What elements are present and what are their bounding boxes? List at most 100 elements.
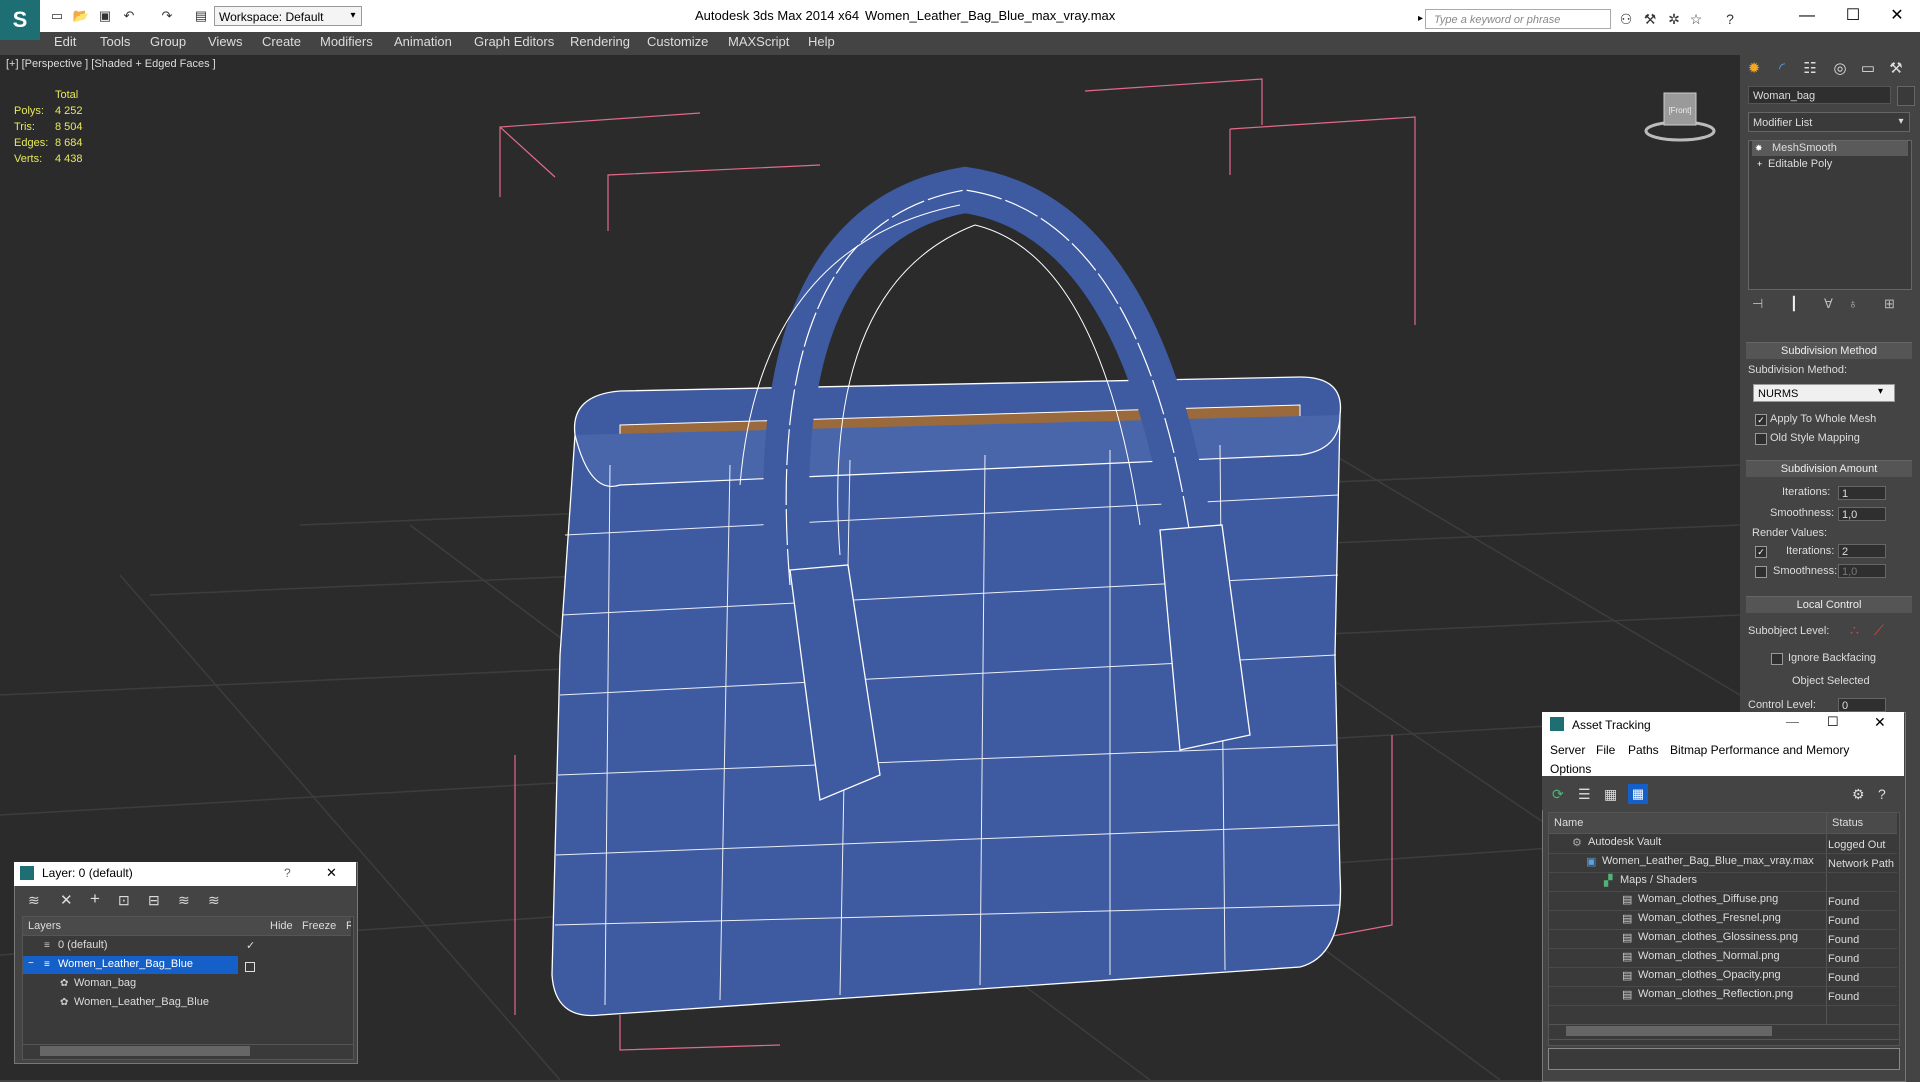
iterations-spinner[interactable]: 1 xyxy=(1838,486,1886,500)
new-file-icon[interactable]: ▭ xyxy=(48,8,66,24)
render-smoothness-spinner[interactable]: 1,0 xyxy=(1838,564,1886,578)
community-icon[interactable]: ✲ xyxy=(1664,10,1684,28)
current-layer-box[interactable] xyxy=(245,962,255,972)
current-layer-check[interactable]: ✓ xyxy=(246,939,255,952)
ignore-backfacing-checkbox[interactable] xyxy=(1771,653,1783,665)
maximize-button[interactable]: ☐ xyxy=(1827,714,1839,730)
thumbnail-view-icon[interactable]: ▦ xyxy=(1604,786,1617,803)
table-view-icon[interactable]: ▦ xyxy=(1628,784,1648,804)
object-color-swatch[interactable] xyxy=(1897,86,1915,106)
minimize-button[interactable]: — xyxy=(1784,4,1830,28)
apply-whole-mesh-checkbox[interactable]: ✓ xyxy=(1755,414,1767,426)
render-iterations-spinner[interactable]: 2 xyxy=(1838,544,1886,558)
show-end-result-icon[interactable]: ┃ xyxy=(1790,296,1798,312)
viewport-label[interactable]: [+] [Perspective ] [Shaded + Edged Faces… xyxy=(6,58,216,70)
vault-icon[interactable]: ⚙ xyxy=(1852,786,1865,803)
smoothness-spinner[interactable]: 1,0 xyxy=(1838,507,1886,521)
close-button[interactable]: ✕ xyxy=(1874,714,1886,731)
render-smoothness-checkbox[interactable] xyxy=(1755,566,1767,578)
freeze-all-icon[interactable]: ≋ xyxy=(208,892,220,909)
app-logo-button[interactable]: S xyxy=(0,0,40,40)
minimize-button[interactable]: — xyxy=(1786,714,1799,729)
utilities-tab-icon[interactable]: ⚒ xyxy=(1884,58,1908,80)
menu-rendering[interactable]: Rendering xyxy=(570,34,630,49)
render-iterations-checkbox[interactable]: ✓ xyxy=(1755,546,1767,558)
col-name[interactable]: Name xyxy=(1554,817,1583,829)
rollout-subdivision-amount[interactable]: Subdivision Amount xyxy=(1746,460,1912,477)
asset-path-field[interactable] xyxy=(1548,1048,1900,1070)
layer-close-button[interactable]: ✕ xyxy=(326,865,337,881)
hide-all-icon[interactable]: ≋ xyxy=(178,892,190,909)
workspace-dropdown[interactable]: Workspace: Default xyxy=(214,6,362,26)
menu-server[interactable]: Server xyxy=(1550,743,1585,757)
new-layer-icon[interactable]: ≋ xyxy=(28,892,40,909)
col-freeze[interactable]: Freeze xyxy=(302,920,336,932)
menu-edit[interactable]: Edit xyxy=(54,34,76,49)
help-icon[interactable]: ? xyxy=(1878,786,1886,802)
menu-graph-editors[interactable]: Graph Editors xyxy=(474,34,554,49)
favorites-icon[interactable]: ☆ xyxy=(1686,10,1706,28)
subdivision-method-select[interactable]: NURMS xyxy=(1753,384,1895,402)
stack-item-editable-poly[interactable]: Editable Poly xyxy=(1752,157,1908,172)
scroll-thumb[interactable] xyxy=(1566,1026,1772,1036)
select-objects-icon[interactable]: ⊡ xyxy=(118,892,130,909)
chevron-down-icon[interactable]: ▾ xyxy=(1894,114,1908,130)
col-status[interactable]: Status xyxy=(1832,817,1863,829)
chevron-down-icon[interactable]: ▾ xyxy=(344,6,362,26)
refresh-icon[interactable]: ⟳ xyxy=(1552,786,1564,803)
rollout-subdivision-method[interactable]: Subdivision Method xyxy=(1746,342,1912,359)
lightbulb-icon[interactable]: ✸ xyxy=(1755,143,1765,153)
modify-tab-icon[interactable]: ◜ xyxy=(1770,58,1794,80)
stack-item-meshsmooth[interactable]: MeshSmooth xyxy=(1752,141,1908,156)
menu-file[interactable]: File xyxy=(1596,743,1615,757)
menu-tools[interactable]: Tools xyxy=(100,34,130,49)
collapse-icon[interactable]: − xyxy=(28,958,34,969)
edge-mode-icon[interactable]: ⟋ xyxy=(1874,622,1884,639)
remove-modifier-icon[interactable]: ♁ xyxy=(1848,296,1858,311)
menu-modifiers[interactable]: Modifiers xyxy=(320,34,373,49)
redo-icon[interactable]: ↷ xyxy=(158,8,176,24)
hierarchy-tab-icon[interactable]: ☷ xyxy=(1798,58,1822,80)
highlight-selected-icon[interactable]: ⊟ xyxy=(148,892,160,909)
old-style-mapping-checkbox[interactable] xyxy=(1755,433,1767,445)
create-tab-icon[interactable]: ✹ xyxy=(1742,58,1766,80)
pin-stack-icon[interactable]: ⊣ xyxy=(1752,296,1763,312)
menu-paths[interactable]: Paths xyxy=(1628,743,1659,757)
vertex-mode-icon[interactable]: ∴ xyxy=(1850,622,1859,639)
undo-icon[interactable]: ↶ xyxy=(120,8,138,24)
expand-icon[interactable]: + xyxy=(1757,160,1766,169)
menu-bitmap-performance[interactable]: Bitmap Performance and Memory xyxy=(1670,743,1849,757)
motion-tab-icon[interactable]: ◎ xyxy=(1828,58,1852,80)
configure-sets-icon[interactable]: ⊞ xyxy=(1884,296,1895,312)
menu-group[interactable]: Group xyxy=(150,34,186,49)
add-to-layer-icon[interactable]: + xyxy=(90,889,100,909)
chevron-down-icon[interactable]: ▾ xyxy=(1878,386,1892,397)
menu-options[interactable]: Options xyxy=(1550,762,1591,776)
scroll-thumb[interactable] xyxy=(40,1046,250,1056)
open-file-icon[interactable]: 📂 xyxy=(72,8,90,24)
save-file-icon[interactable]: ▣ xyxy=(96,8,114,24)
layer-row[interactable] xyxy=(23,975,351,993)
close-button[interactable]: ✕ xyxy=(1874,4,1920,28)
object-name-field[interactable]: Woman_bag xyxy=(1748,86,1891,104)
list-view-icon[interactable]: ☰ xyxy=(1578,786,1591,803)
help-icon[interactable]: ? xyxy=(1720,10,1740,28)
display-tab-icon[interactable]: ▭ xyxy=(1856,58,1880,80)
menu-help[interactable]: Help xyxy=(808,34,835,49)
layer-help-button[interactable]: ? xyxy=(284,866,291,880)
tools-icon[interactable]: ⚒ xyxy=(1640,10,1660,28)
menu-views[interactable]: Views xyxy=(208,34,242,49)
col-hide[interactable]: Hide xyxy=(270,920,293,932)
make-unique-icon[interactable]: ∀ xyxy=(1824,296,1833,312)
binoculars-icon[interactable]: ⚇ xyxy=(1616,10,1636,28)
col-layers[interactable]: Layers xyxy=(28,920,61,932)
delete-layer-icon[interactable]: ✕ xyxy=(60,891,73,909)
menu-maxscript[interactable]: MAXScript xyxy=(728,34,789,49)
col-render[interactable]: R xyxy=(346,920,351,932)
menu-animation[interactable]: Animation xyxy=(394,34,452,49)
control-level-spinner[interactable]: 0 xyxy=(1838,698,1886,712)
maximize-button[interactable]: ☐ xyxy=(1830,4,1876,28)
modifier-list-dropdown[interactable]: Modifier List xyxy=(1748,112,1910,132)
viewcube-face-label[interactable]: [Front] xyxy=(1664,106,1696,115)
menu-customize[interactable]: Customize xyxy=(647,34,708,49)
